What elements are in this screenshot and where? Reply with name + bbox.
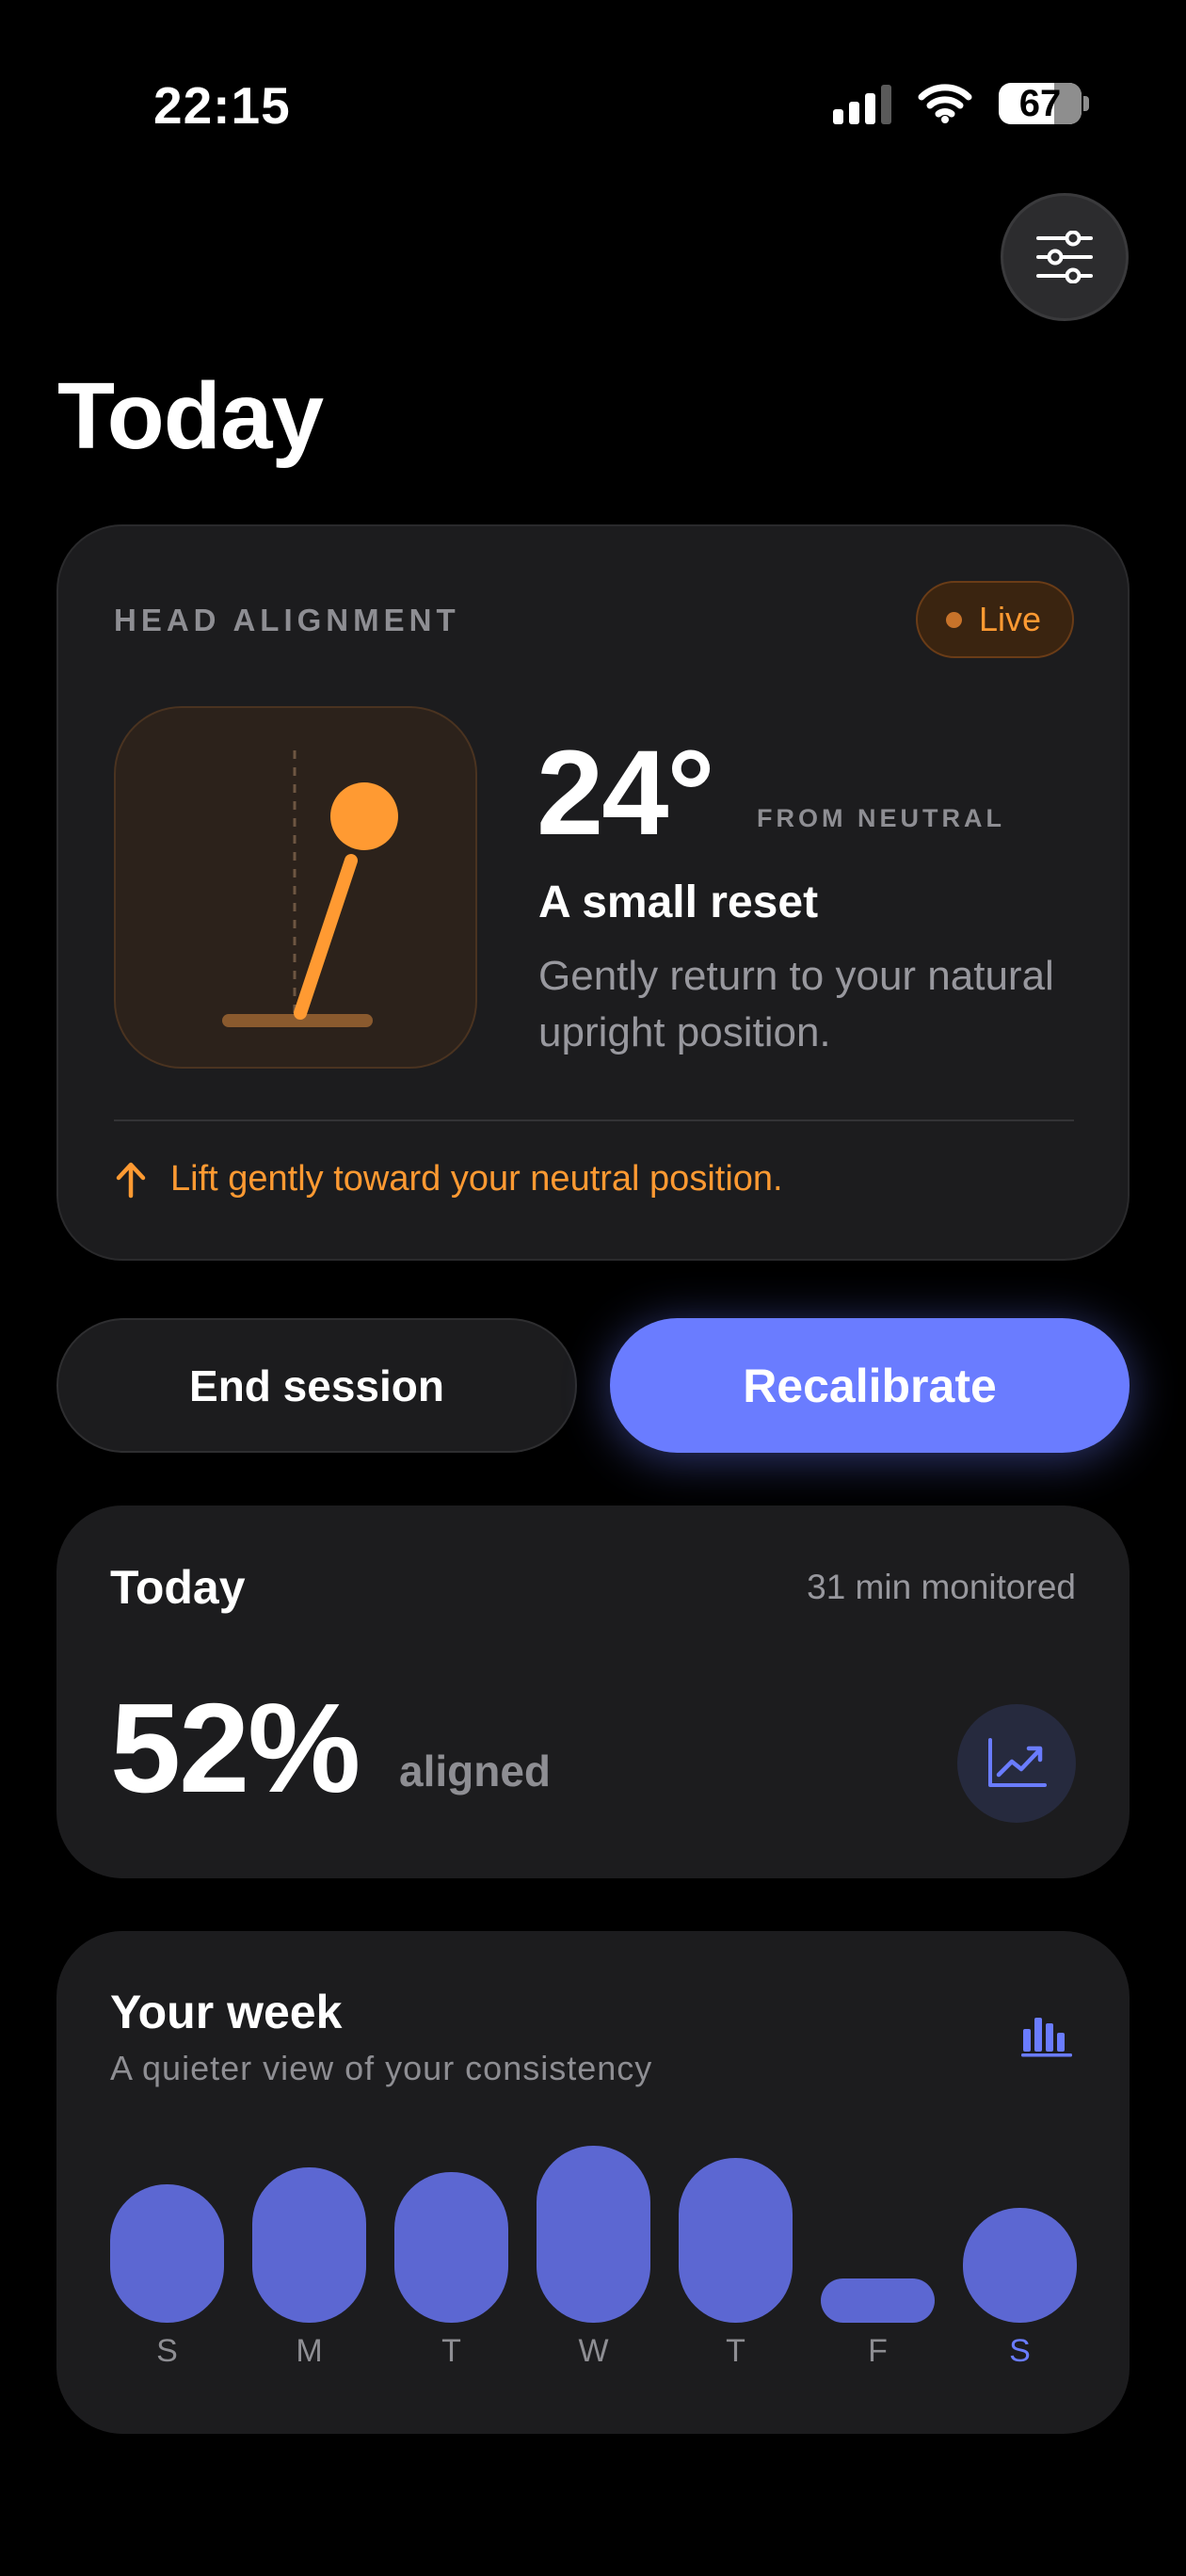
battery-tip [1083,96,1089,111]
live-dot-icon [945,611,962,628]
week-card: Your week A quieter view of your consist… [56,1931,1130,2434]
hint-text: Lift gently toward your neutral position… [170,1159,783,1199]
card-eyebrow: HEAD ALIGNMENT [114,603,460,637]
posture-figure [114,706,477,1069]
head-alignment-card: HEAD ALIGNMENT Live 24° FROM NEUTRAL A s… [56,524,1130,1261]
posture-hint: Lift gently toward your neutral position… [114,1159,783,1199]
week-bar [963,2208,1077,2323]
week-day-label: M [296,2333,323,2369]
week-day-label: W [578,2333,609,2369]
screen: 22:15 67 Today HEAD ALIGNMENT Live 24° F… [0,0,1186,2576]
end-session-button[interactable]: End session [56,1318,577,1453]
degree-value: 24° [537,726,715,861]
degree-caption: FROM NEUTRAL [757,804,1005,832]
battery-level: 67 [1018,83,1062,124]
live-badge: Live [915,581,1074,658]
recalibrate-button[interactable]: Recalibrate [610,1318,1130,1453]
aligned-percent: 52% [110,1677,361,1819]
week-title: Your week [110,1986,343,2038]
week-day-label: T [726,2333,745,2369]
status-title: A small reset [538,877,819,927]
week-bar [537,2146,650,2323]
week-bar [252,2167,366,2323]
week-bars: SMTWTFS [110,2138,1077,2370]
page-title: Today [57,363,324,469]
sliders-icon [1036,231,1093,283]
battery-icon: 67 [999,83,1082,124]
week-bar [394,2172,508,2323]
week-day-label: S [1009,2333,1031,2369]
posture-illustration-icon [222,750,398,1027]
week-bar [110,2184,224,2323]
status-time: 22:15 [153,76,291,135]
week-subtitle: A quieter view of your consistency [110,2049,653,2087]
week-day-label: S [156,2333,178,2369]
weekly-stats-button[interactable] [1020,2014,1073,2062]
bar-chart-icon [1021,2018,1072,2057]
monitored-time: 31 min monitored [807,1568,1076,1606]
summary-title: Today [110,1561,246,1614]
today-summary-card[interactable]: Today 31 min monitored 52% aligned [56,1505,1130,1878]
trends-button[interactable] [957,1704,1076,1823]
week-bar [679,2158,793,2323]
settings-button[interactable] [1001,193,1129,321]
week-bar [821,2278,935,2323]
wifi-icon [918,84,972,123]
week-day-label: T [441,2333,461,2369]
divider [114,1119,1074,1121]
cellular-signal-icon [833,83,891,124]
trend-chart-icon [988,1738,1047,1787]
week-day-label: F [868,2333,888,2369]
arrow-up-icon [116,1162,146,1198]
status-icons: 67 [833,83,1089,124]
status-description: Gently return to your natural upright po… [538,953,1054,1055]
live-label: Live [978,600,1041,638]
aligned-label: aligned [399,1747,552,1795]
